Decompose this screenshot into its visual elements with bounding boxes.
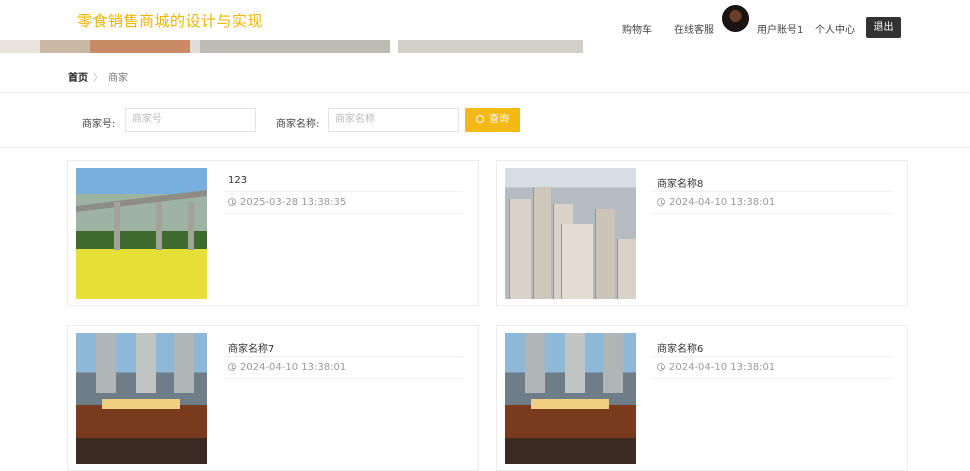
merchant-name-input[interactable]: 商家名称 bbox=[328, 108, 459, 132]
logout-button[interactable]: 退出 bbox=[866, 17, 901, 38]
clock-icon bbox=[228, 363, 236, 371]
nav-cart[interactable]: 购物车 bbox=[622, 21, 652, 36]
merchant-name-label: 商家名称: bbox=[276, 119, 320, 130]
merchant-card[interactable]: 商家名称7 2024-04-10 13:38:01 bbox=[67, 325, 479, 471]
breadcrumb: 首页〉商家 bbox=[68, 69, 128, 84]
nav-online-service[interactable]: 在线客服 bbox=[674, 21, 714, 36]
breadcrumb-home[interactable]: 首页 bbox=[68, 73, 88, 84]
breadcrumb-separator: 〉 bbox=[93, 73, 103, 84]
clock-icon bbox=[228, 198, 236, 206]
divider bbox=[0, 147, 970, 148]
merchant-card[interactable]: 商家名称8 2024-04-10 13:38:01 bbox=[496, 160, 908, 306]
merchant-no-label: 商家号: bbox=[82, 119, 116, 130]
clock-icon bbox=[657, 363, 665, 371]
search-button-label: 查询 bbox=[489, 114, 509, 125]
divider bbox=[223, 213, 463, 214]
search-icon bbox=[476, 115, 484, 123]
merchant-time: 2025-03-28 13:38:35 bbox=[228, 197, 346, 208]
divider bbox=[223, 191, 463, 192]
breadcrumb-current: 商家 bbox=[108, 73, 128, 84]
merchant-name[interactable]: 商家名称7 bbox=[228, 340, 274, 355]
nav-profile[interactable]: 个人中心 bbox=[815, 21, 855, 36]
banner-strip bbox=[0, 40, 583, 53]
merchant-card[interactable]: 123 2025-03-28 13:38:35 bbox=[67, 160, 479, 306]
merchant-no-input[interactable]: 商家号 bbox=[125, 108, 256, 132]
divider bbox=[652, 356, 892, 357]
divider bbox=[652, 378, 892, 379]
merchant-time-text: 2025-03-28 13:38:35 bbox=[240, 197, 347, 208]
merchant-time-text: 2024-04-10 13:38:01 bbox=[669, 197, 776, 208]
merchant-card[interactable]: 商家名称6 2024-04-10 13:38:01 bbox=[496, 325, 908, 471]
merchant-image[interactable] bbox=[76, 168, 207, 299]
divider bbox=[223, 378, 463, 379]
merchant-time: 2024-04-10 13:38:01 bbox=[228, 362, 346, 373]
divider bbox=[223, 356, 463, 357]
merchant-name[interactable]: 123 bbox=[228, 175, 247, 186]
divider bbox=[0, 92, 970, 93]
site-title[interactable]: 零食销售商城的设计与实现 bbox=[77, 10, 263, 31]
divider bbox=[652, 213, 892, 214]
merchant-time-text: 2024-04-10 13:38:01 bbox=[669, 362, 776, 373]
merchant-time: 2024-04-10 13:38:01 bbox=[657, 197, 775, 208]
divider bbox=[652, 191, 892, 192]
merchant-name[interactable]: 商家名称6 bbox=[657, 340, 703, 355]
search-button[interactable]: 查询 bbox=[465, 108, 520, 132]
merchant-time-text: 2024-04-10 13:38:01 bbox=[240, 362, 347, 373]
top-header: 零食销售商城的设计与实现 购物车 在线客服 用户账号1 个人中心 退出 bbox=[0, 0, 970, 40]
merchant-image[interactable] bbox=[76, 333, 207, 464]
clock-icon bbox=[657, 198, 665, 206]
user-avatar[interactable] bbox=[722, 5, 749, 32]
merchant-time: 2024-04-10 13:38:01 bbox=[657, 362, 775, 373]
merchant-image[interactable] bbox=[505, 333, 636, 464]
merchant-name[interactable]: 商家名称8 bbox=[657, 175, 703, 190]
nav-user-account[interactable]: 用户账号1 bbox=[757, 21, 803, 36]
merchant-image[interactable] bbox=[505, 168, 636, 299]
